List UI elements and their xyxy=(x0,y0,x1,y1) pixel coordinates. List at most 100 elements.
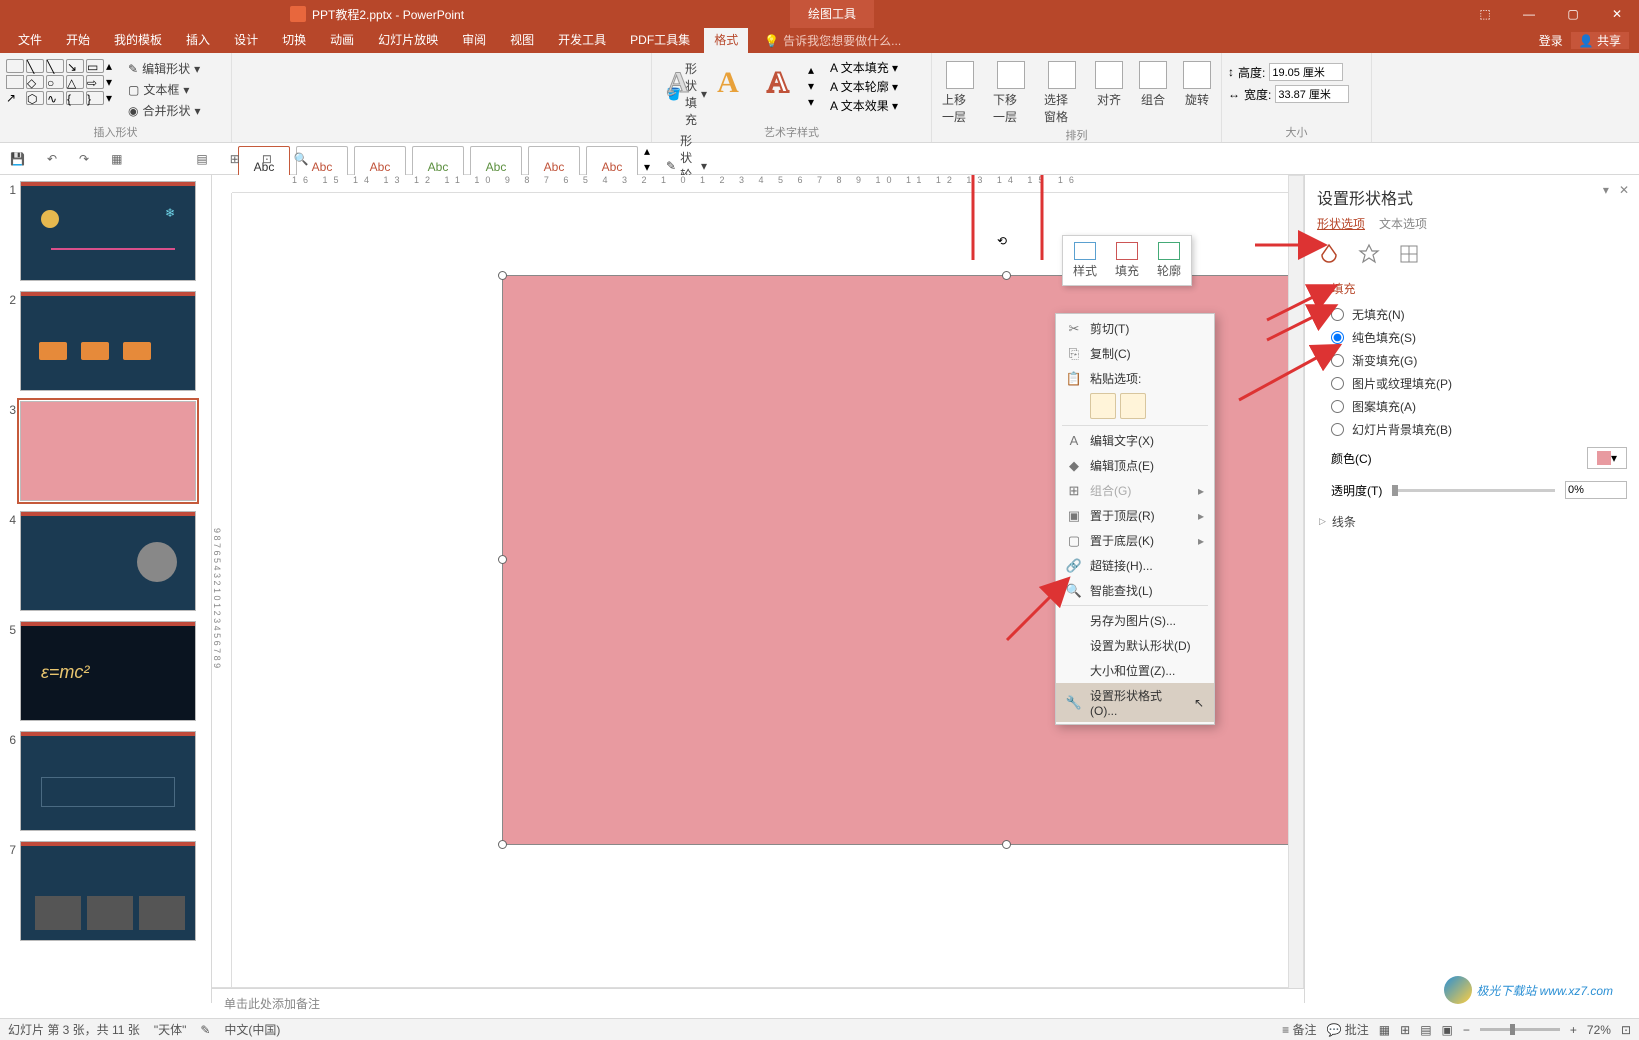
pane-options-icon[interactable]: ▾ xyxy=(1603,183,1609,197)
menu-smart-lookup[interactable]: 🔍智能查找(L) xyxy=(1056,578,1214,603)
wordart-preset[interactable]: A xyxy=(708,63,748,103)
shapes-gallery[interactable]: ↗ ╲◇⬡ ╲○∿ ↘△{ ▭⇨} ▴▾▾ xyxy=(6,55,118,124)
sorter-view-button[interactable]: ⊞ xyxy=(1400,1023,1410,1037)
fill-section-header[interactable]: 填充 xyxy=(1317,280,1627,297)
mini-style-button[interactable]: 样式 xyxy=(1067,240,1103,281)
zoom-in-button[interactable]: + xyxy=(1570,1023,1577,1037)
grid-icon[interactable]: ⊞ xyxy=(230,152,240,166)
tell-me-box[interactable]: 💡告诉我您想要做什么... xyxy=(764,32,901,49)
wordart-preset[interactable]: A xyxy=(758,63,798,103)
menu-bring-to-front[interactable]: ▣置于顶层(R)▸ xyxy=(1056,503,1214,528)
guides-icon[interactable]: ⊡ xyxy=(262,152,272,166)
wordart-preset[interactable]: A xyxy=(658,63,698,103)
send-backward-button[interactable]: 下移一层 xyxy=(989,59,1032,127)
zoom-slider[interactable] xyxy=(1480,1028,1560,1031)
wordart-styles-gallery[interactable]: A A A ▴▾▾ xyxy=(658,55,820,124)
text-effects-button[interactable]: A 文本效果 ▾ xyxy=(830,97,898,114)
transparency-input[interactable] xyxy=(1565,481,1627,499)
login-button[interactable]: 登录 xyxy=(1539,32,1563,49)
menu-copy[interactable]: ⎘复制(C) xyxy=(1056,341,1214,366)
tab-review[interactable]: 审阅 xyxy=(452,28,496,53)
group-button[interactable]: 组合 xyxy=(1135,59,1171,127)
merge-shapes-button[interactable]: ◉ 合并形状 ▾ xyxy=(126,101,203,120)
radio-no-fill[interactable]: 无填充(N) xyxy=(1331,303,1627,326)
menu-edit-points[interactable]: ◆编辑顶点(E) xyxy=(1056,453,1214,478)
resize-handle-nw[interactable] xyxy=(498,271,507,280)
resize-handle-n[interactable] xyxy=(1002,271,1011,280)
share-button[interactable]: 👤 共享 xyxy=(1571,32,1629,49)
normal-view-button[interactable]: ▦ xyxy=(1379,1023,1390,1037)
slide-thumbnails-panel[interactable]: 1❄ 2 3 4 5ε=mc² 6 7 xyxy=(0,175,212,1003)
effects-icon[interactable] xyxy=(1357,242,1381,266)
pane-close-icon[interactable]: ✕ xyxy=(1619,183,1629,197)
resize-handle-w[interactable] xyxy=(498,555,507,564)
menu-save-as-picture[interactable]: 另存为图片(S)... xyxy=(1056,608,1214,633)
selection-pane-button[interactable]: 选择窗格 xyxy=(1040,59,1083,127)
fill-color-button[interactable]: ▾ xyxy=(1587,447,1627,469)
tab-design[interactable]: 设计 xyxy=(224,28,268,53)
radio-pattern-fill[interactable]: 图案填充(A) xyxy=(1331,395,1627,418)
thumbnail-slide-5[interactable]: ε=mc² xyxy=(20,621,196,721)
slideshow-from-start-button[interactable]: ▦ xyxy=(111,152,122,166)
mini-fill-button[interactable]: 填充 xyxy=(1109,240,1145,281)
text-fill-button[interactable]: A 文本填充 ▾ xyxy=(830,59,898,76)
menu-size-and-position[interactable]: 大小和位置(Z)... xyxy=(1056,658,1214,683)
menu-group[interactable]: ⊞组合(G)▸ xyxy=(1056,478,1214,503)
tab-my-templates[interactable]: 我的模板 xyxy=(104,28,172,53)
thumbnail-slide-3[interactable] xyxy=(20,401,196,501)
menu-format-shape[interactable]: 🔧设置形状格式(O)...↖ xyxy=(1056,683,1214,722)
rotate-handle[interactable]: ⟲ xyxy=(997,234,1017,254)
comments-toggle[interactable]: 💬 批注 xyxy=(1326,1021,1368,1038)
resize-handle-s[interactable] xyxy=(1002,840,1011,849)
menu-cut[interactable]: ✂剪切(T) xyxy=(1056,316,1214,341)
thumbnail-slide-4[interactable] xyxy=(20,511,196,611)
slideshow-view-button[interactable]: ▣ xyxy=(1442,1023,1453,1037)
thumbnail-slide-6[interactable] xyxy=(20,731,196,831)
notes-toggle[interactable]: ≡ 备注 xyxy=(1282,1021,1316,1038)
size-properties-icon[interactable] xyxy=(1397,242,1421,266)
line-section-header[interactable]: 线条 xyxy=(1317,513,1627,530)
edit-shape-button[interactable]: ✎ 编辑形状 ▾ xyxy=(126,59,203,78)
slide-canvas-area[interactable]: 16 15 14 13 12 11 10 9 8 7 6 5 4 3 2 1 0… xyxy=(212,175,1304,1003)
zoom-icon[interactable]: 🔍 xyxy=(294,152,309,166)
radio-picture-fill[interactable]: 图片或纹理填充(P) xyxy=(1331,372,1627,395)
minimize-button[interactable]: — xyxy=(1507,0,1551,28)
radio-gradient-fill[interactable]: 渐变填充(G) xyxy=(1331,349,1627,372)
shape-options-tab[interactable]: 形状选项 xyxy=(1317,215,1365,232)
textbox-button[interactable]: ▢ 文本框 ▾ xyxy=(126,80,203,99)
thumbnail-slide-1[interactable]: ❄ xyxy=(20,181,196,281)
bring-forward-button[interactable]: 上移一层 xyxy=(938,59,981,127)
fit-to-window-button[interactable]: ⊡ xyxy=(1621,1023,1631,1037)
menu-set-default-shape[interactable]: 设置为默认形状(D) xyxy=(1056,633,1214,658)
transparency-slider[interactable] xyxy=(1392,489,1555,492)
paste-option-2[interactable] xyxy=(1120,393,1146,419)
contextual-tab-drawing-tools[interactable]: 绘图工具 xyxy=(790,0,874,28)
reading-view-button[interactable]: ▤ xyxy=(1420,1023,1431,1037)
width-input[interactable] xyxy=(1275,85,1349,103)
tab-transitions[interactable]: 切换 xyxy=(272,28,316,53)
mini-outline-button[interactable]: 轮廓 xyxy=(1151,240,1187,281)
thumbnail-slide-2[interactable] xyxy=(20,291,196,391)
tab-pdf-tools[interactable]: PDF工具集 xyxy=(620,28,700,53)
tab-insert[interactable]: 插入 xyxy=(176,28,220,53)
text-outline-button[interactable]: A 文本轮廓 ▾ xyxy=(830,78,898,95)
thumbnail-slide-7[interactable] xyxy=(20,841,196,941)
zoom-level[interactable]: 72% xyxy=(1587,1023,1611,1037)
tab-slideshow[interactable]: 幻灯片放映 xyxy=(368,28,448,53)
reading-view-icon[interactable]: ▤ xyxy=(196,152,207,166)
restore-button[interactable]: ▢ xyxy=(1551,0,1595,28)
tab-format[interactable]: 格式 xyxy=(704,28,748,53)
menu-send-to-back[interactable]: ▢置于底层(K)▸ xyxy=(1056,528,1214,553)
menu-edit-text[interactable]: A编辑文字(X) xyxy=(1056,428,1214,453)
save-button[interactable]: 💾 xyxy=(10,152,25,166)
menu-hyperlink[interactable]: 🔗超链接(H)... xyxy=(1056,553,1214,578)
tab-file[interactable]: 文件 xyxy=(8,28,52,53)
fill-and-line-icon[interactable] xyxy=(1317,242,1341,266)
zoom-out-button[interactable]: − xyxy=(1463,1023,1470,1037)
undo-button[interactable]: ↶ xyxy=(47,152,57,166)
radio-solid-fill[interactable]: 纯色填充(S) xyxy=(1331,326,1627,349)
rotate-button[interactable]: 旋转 xyxy=(1179,59,1215,127)
tab-view[interactable]: 视图 xyxy=(500,28,544,53)
ribbon-display-options-button[interactable]: ⬚ xyxy=(1463,0,1507,28)
tab-home[interactable]: 开始 xyxy=(56,28,100,53)
